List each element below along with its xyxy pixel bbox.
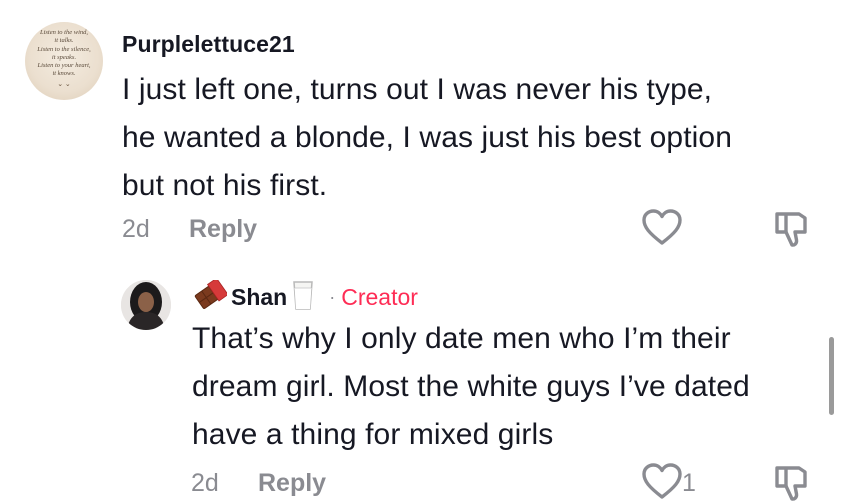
- comment-timestamp: 2d: [122, 215, 150, 243]
- reply-button[interactable]: Reply: [189, 215, 257, 244]
- heart-icon[interactable]: [641, 462, 683, 500]
- chocolate-bar-icon: [193, 277, 229, 315]
- comment-username[interactable]: Purplelettuce21: [122, 31, 295, 58]
- milk-glass-icon: [291, 279, 315, 316]
- thumbs-down-icon[interactable]: [773, 210, 809, 248]
- reply-reply-button[interactable]: Reply: [258, 469, 326, 498]
- thumbs-down-icon[interactable]: [773, 464, 809, 502]
- birds-decoration: ⌄ ⌄: [57, 79, 71, 88]
- avatar-quote-text: Listen to the wind, it talks. Listen to …: [37, 29, 91, 78]
- reply-text: That’s why I only date men who I’m their…: [192, 322, 750, 451]
- avatar[interactable]: Listen to the wind, it talks. Listen to …: [25, 22, 103, 100]
- separator-dot: ·: [329, 286, 336, 307]
- like-count: 1: [682, 469, 696, 497]
- reply-timestamp: 2d: [191, 469, 219, 497]
- creator-badge: Creator: [341, 283, 418, 310]
- heart-icon[interactable]: [641, 208, 683, 246]
- reply-name-row: Shan · Creator: [193, 277, 418, 316]
- reply-username[interactable]: Shan: [231, 284, 287, 311]
- reply-avatar[interactable]: [121, 280, 171, 330]
- comment-text: I just left one, turns out I was never h…: [122, 73, 732, 202]
- scrollbar[interactable]: [829, 337, 834, 415]
